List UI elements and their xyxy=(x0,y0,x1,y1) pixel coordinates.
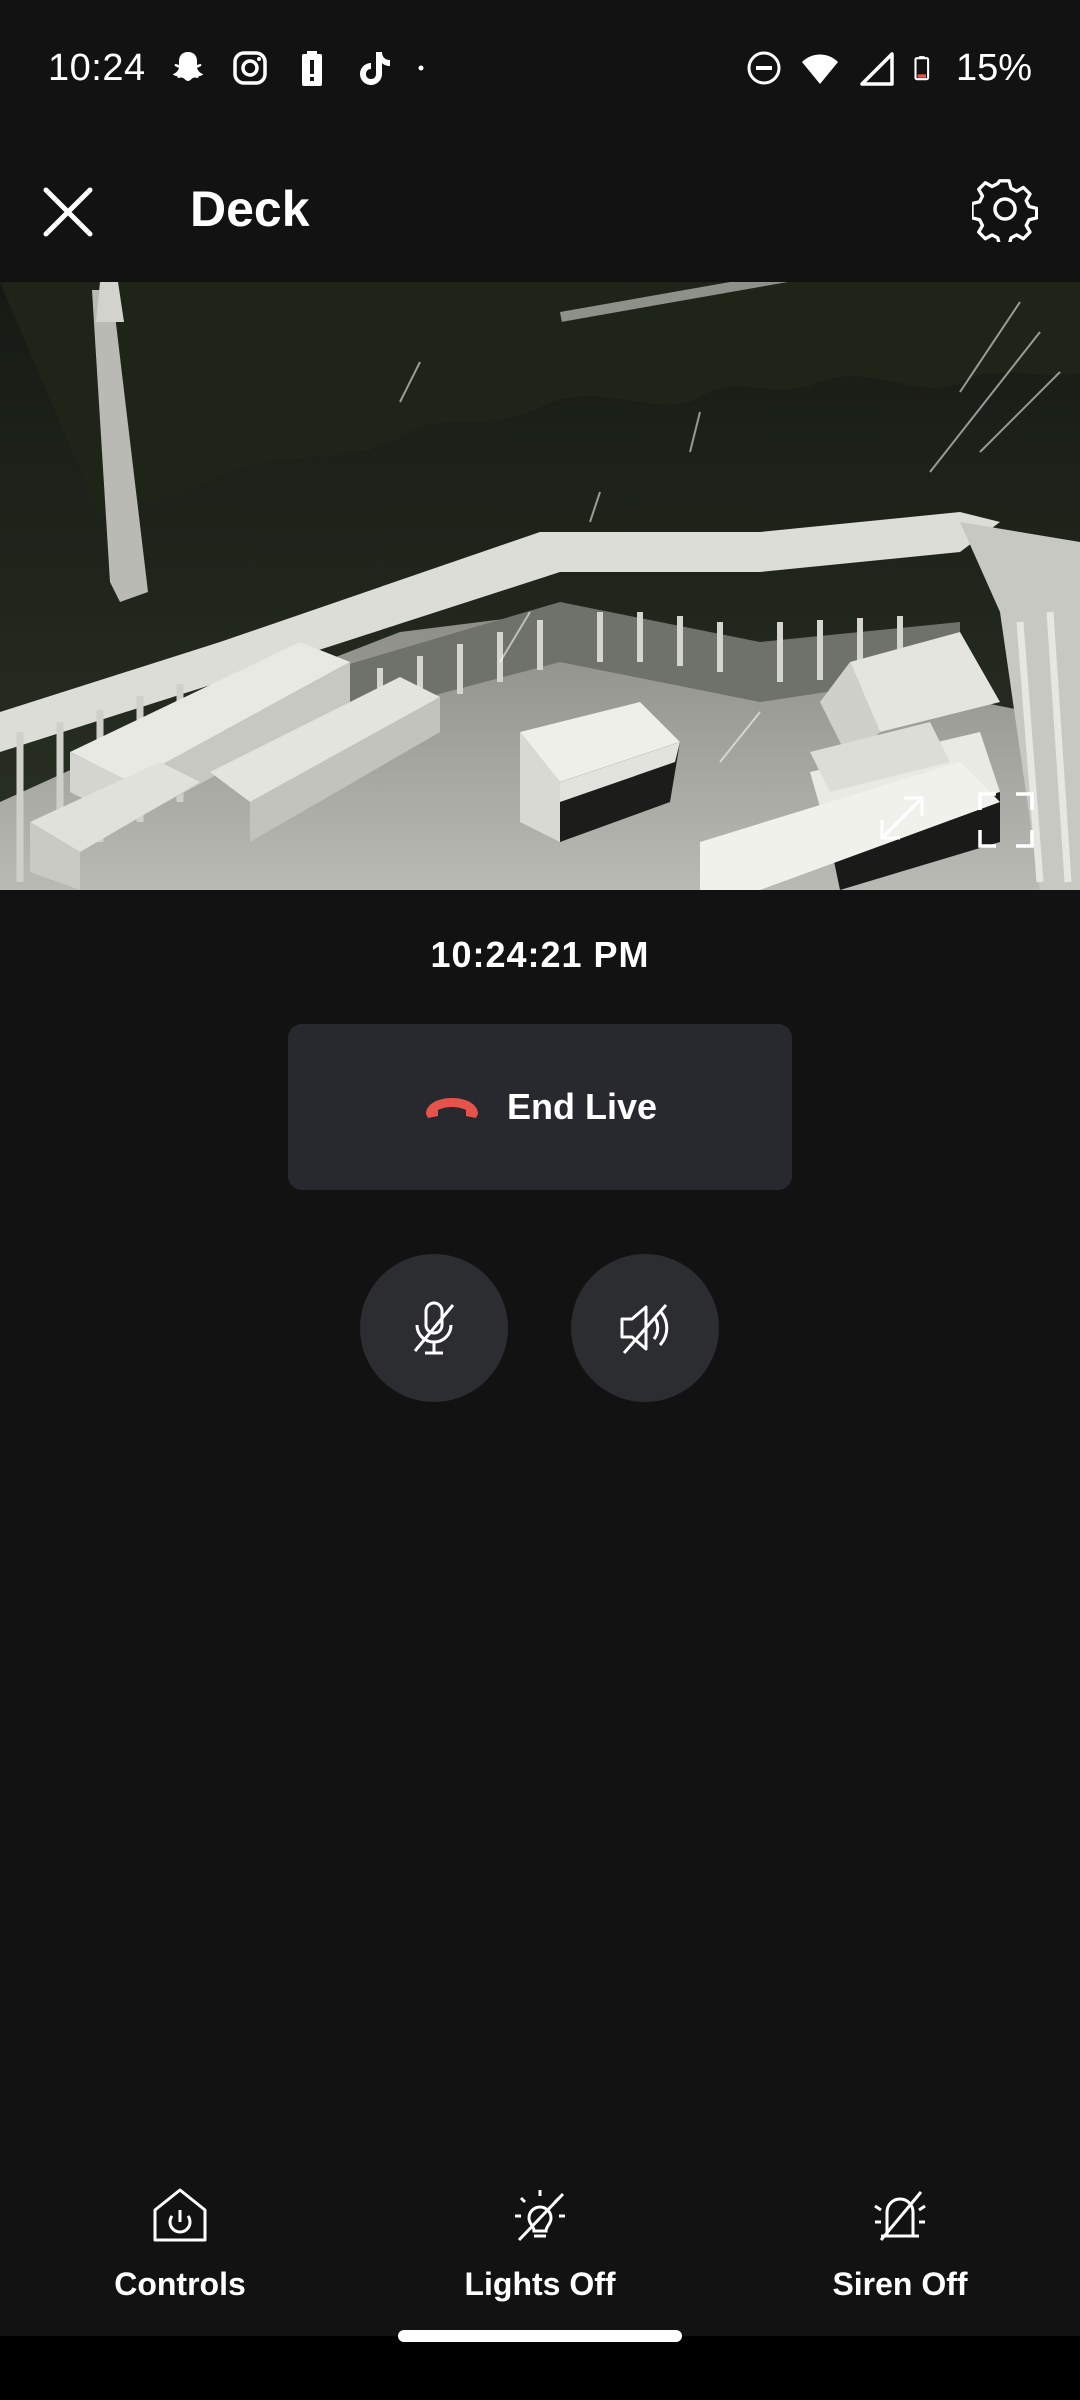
speaker-muted-icon xyxy=(620,1304,669,1354)
end-live-label: End Live xyxy=(506,1086,658,1127)
system-icons: 15% xyxy=(744,47,1032,90)
light-off-icon xyxy=(515,2190,565,2242)
camera-live-feed[interactable] xyxy=(0,282,1080,890)
expand-icon[interactable] xyxy=(874,790,930,846)
end-live-button[interactable]: End Live xyxy=(288,1024,792,1190)
siren-off-label: Siren Off xyxy=(832,2266,968,2302)
battery-alert-icon xyxy=(301,51,322,86)
hang-up-icon xyxy=(425,1098,478,1118)
live-timestamp: 10:24:21 PM xyxy=(430,934,650,975)
lights-off-button[interactable]: Lights Off xyxy=(390,2176,690,2336)
live-view-screen: 10:24 15% Deck 10:24:21 PM End Live Cont… xyxy=(0,0,1080,2400)
home-indicator[interactable] xyxy=(398,2330,682,2342)
snapchat-icon xyxy=(172,52,203,81)
tiktok-icon xyxy=(359,52,390,85)
controls-label: Controls xyxy=(114,2266,246,2302)
battery-icon xyxy=(914,56,930,81)
controls-button[interactable]: Controls xyxy=(30,2176,330,2336)
close-icon[interactable] xyxy=(38,182,98,242)
mute-microphone-button[interactable] xyxy=(360,1254,508,1402)
battery-percentage: 15% xyxy=(955,46,1032,89)
microphone-muted-icon xyxy=(413,1301,455,1355)
status-bar: 10:24 15% xyxy=(0,0,1080,136)
page-title: Deck xyxy=(190,181,310,237)
gear-icon[interactable] xyxy=(972,176,1038,242)
notification-icons xyxy=(168,48,436,88)
app-header: Deck xyxy=(0,136,1080,282)
home-power-icon xyxy=(153,2188,207,2242)
mute-speaker-button[interactable] xyxy=(571,1254,719,1402)
wifi-icon xyxy=(801,54,838,84)
siren-off-button[interactable]: Siren Off xyxy=(750,2176,1050,2336)
navigation-bar xyxy=(0,2336,1080,2400)
lights-off-label: Lights Off xyxy=(464,2266,616,2302)
fullscreen-icon[interactable] xyxy=(976,790,1036,850)
do-not-disturb-icon xyxy=(747,51,781,85)
dot-icon xyxy=(418,65,424,71)
bottom-controls-bar: Controls Lights Off Siren Off xyxy=(0,2176,1080,2336)
signal-icon xyxy=(860,52,894,86)
siren-off-icon xyxy=(874,2191,926,2241)
status-time: 10:24 xyxy=(48,46,146,89)
instagram-icon xyxy=(232,51,267,85)
